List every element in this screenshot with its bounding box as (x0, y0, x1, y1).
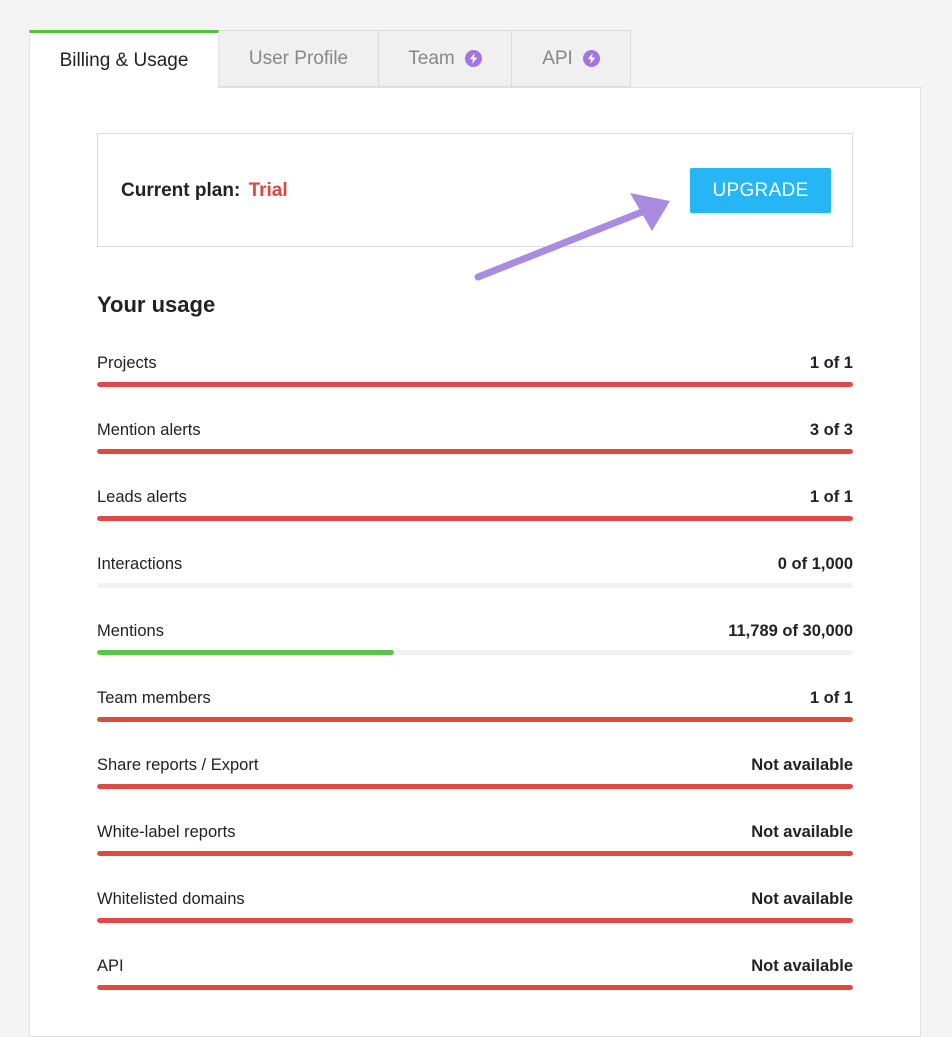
usage-progress-bar (97, 784, 853, 789)
usage-list: Projects 1 of 1 Mention alerts 3 of 3 Leads … (97, 352, 853, 1022)
current-plan-label: Current plan: Trial (121, 180, 288, 202)
usage-label: Mentions (97, 622, 164, 640)
tab-team[interactable]: Team (379, 30, 512, 87)
tab-label: API (542, 47, 573, 69)
usage-label: Share reports / Export (97, 756, 259, 774)
lightning-icon (464, 50, 482, 67)
usage-progress-fill (97, 516, 853, 521)
usage-row: Mentions 11,789 of 30,000 (97, 620, 853, 687)
lightning-icon (582, 50, 600, 67)
usage-label: Team members (97, 689, 211, 707)
usage-progress-fill (97, 717, 853, 722)
usage-value: 3 of 3 (809, 421, 853, 439)
usage-row: Leads alerts 1 of 1 (97, 486, 853, 553)
usage-label: White-label reports (97, 823, 236, 841)
usage-row: Interactions 0 of 1,000 (97, 553, 853, 620)
tab-billing-usage[interactable]: Billing & Usage (29, 30, 219, 88)
usage-progress-fill (97, 918, 853, 923)
usage-progress-bar (97, 985, 853, 990)
usage-label: API (97, 957, 124, 975)
usage-row: White-label reports Not available (97, 821, 853, 888)
usage-row: Whitelisted domains Not available (97, 888, 853, 955)
tab-bar: Billing & Usage User Profile Team API (29, 30, 631, 88)
tab-api[interactable]: API (512, 30, 631, 87)
usage-progress-fill (97, 449, 853, 454)
usage-progress-bar (97, 650, 853, 655)
usage-progress-fill (97, 650, 395, 655)
usage-row: Team members 1 of 1 (97, 687, 853, 754)
usage-progress-fill (97, 851, 853, 856)
plan-value: Trial (248, 180, 288, 201)
usage-label: Projects (97, 354, 157, 372)
tab-user-profile[interactable]: User Profile (219, 30, 379, 87)
usage-label: Leads alerts (97, 488, 187, 506)
usage-progress-fill (97, 784, 853, 789)
usage-row: Share reports / Export Not available (97, 754, 853, 821)
usage-label: Interactions (97, 555, 183, 573)
usage-progress-bar (97, 583, 853, 588)
usage-progress-bar (97, 382, 853, 387)
usage-title: Your usage (97, 292, 216, 317)
usage-progress-fill (97, 985, 853, 990)
usage-value: 1 of 1 (809, 488, 853, 506)
current-plan-card: Current plan: Trial UPGRADE (97, 133, 853, 247)
usage-progress-bar (97, 449, 853, 454)
usage-progress-bar (97, 918, 853, 923)
usage-progress-bar (97, 851, 853, 856)
usage-label: Whitelisted domains (97, 890, 245, 908)
usage-row: Projects 1 of 1 (97, 352, 853, 419)
usage-row: API Not available (97, 955, 853, 1022)
usage-progress-bar (97, 717, 853, 722)
usage-progress-fill (97, 382, 853, 387)
usage-value: 11,789 of 30,000 (728, 622, 853, 640)
usage-label: Mention alerts (97, 421, 201, 439)
plan-label-text: Current plan: (121, 180, 241, 201)
usage-value: 1 of 1 (809, 354, 853, 372)
usage-row: Mention alerts 3 of 3 (97, 419, 853, 486)
upgrade-button[interactable]: UPGRADE (690, 168, 831, 213)
usage-value: 1 of 1 (809, 689, 853, 707)
usage-progress-bar (97, 516, 853, 521)
usage-value: Not available (751, 890, 853, 908)
tab-label: User Profile (248, 47, 349, 69)
usage-value: Not available (751, 957, 853, 975)
usage-value: Not available (751, 823, 853, 841)
tab-label: Billing & Usage (59, 49, 189, 71)
tab-label: Team (408, 47, 455, 69)
usage-value: Not available (751, 756, 853, 774)
usage-value: 0 of 1,000 (777, 555, 853, 573)
